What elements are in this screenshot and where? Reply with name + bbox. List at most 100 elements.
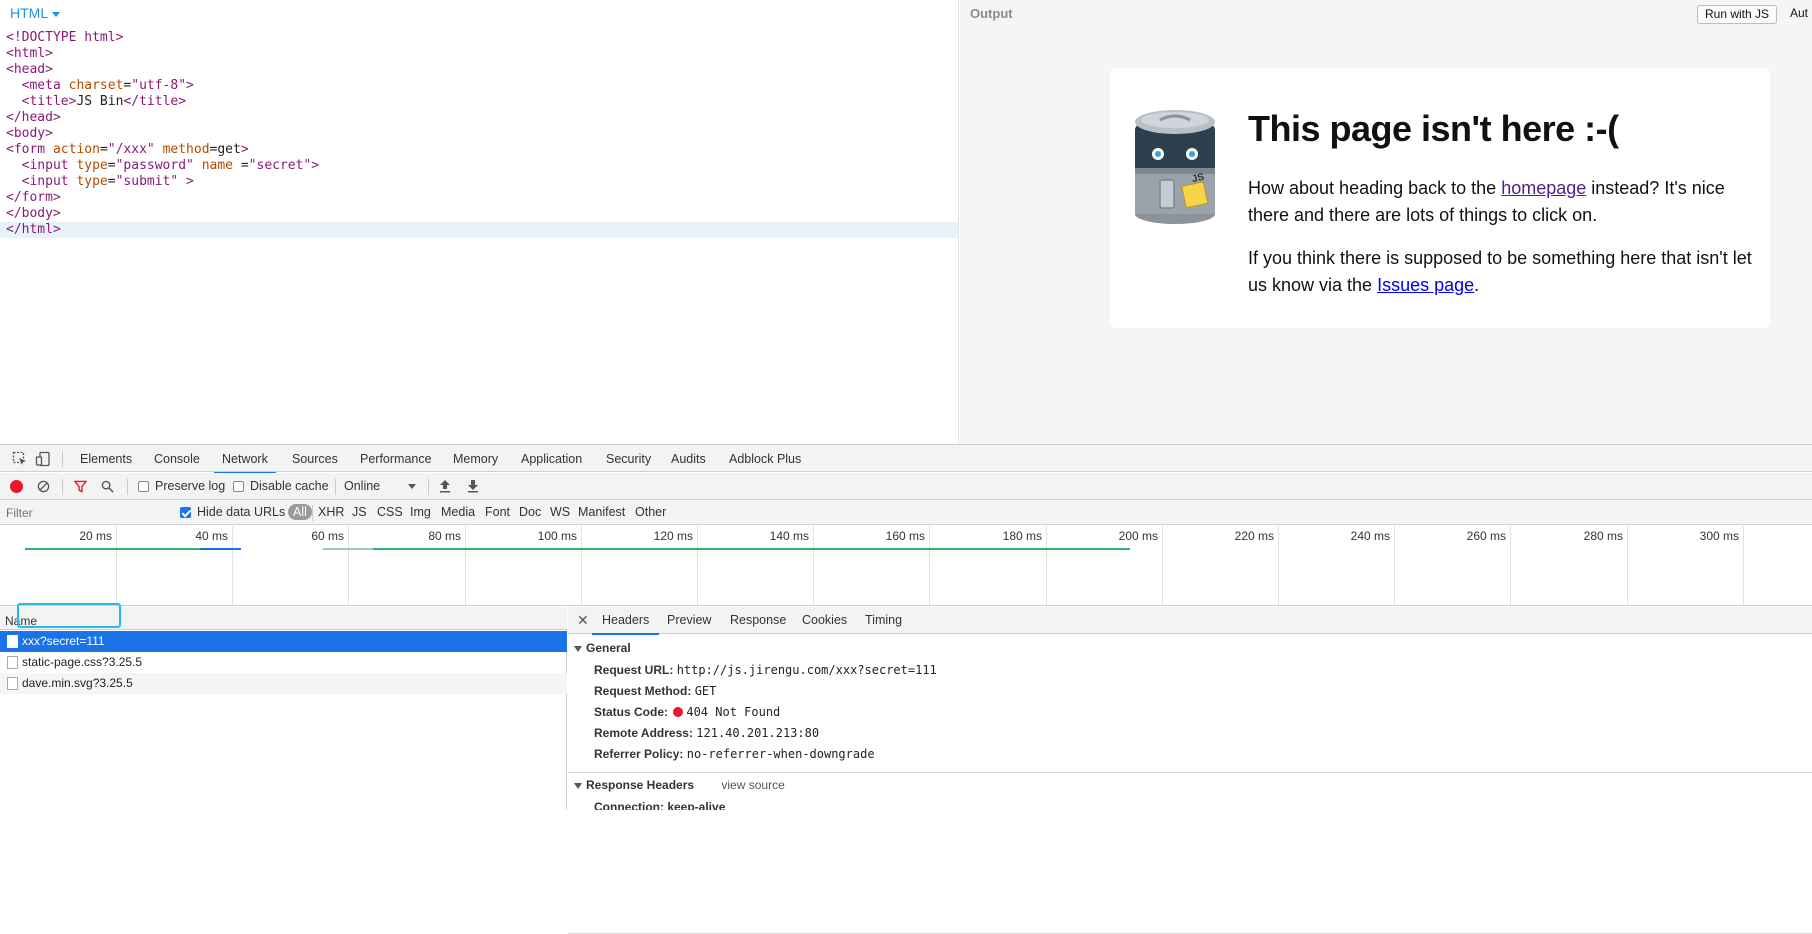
code-token: =get — [209, 142, 241, 157]
type-filter-ws[interactable]: WS — [550, 505, 570, 519]
header-key: Remote Address: — [594, 726, 693, 740]
type-filter-xhr[interactable]: XHR — [318, 505, 344, 519]
type-filter-other[interactable]: Other — [635, 505, 666, 519]
timeline-gridline — [1278, 526, 1279, 605]
code-line[interactable]: <meta charset="utf-8"> — [0, 78, 958, 94]
code-token: = — [107, 158, 116, 173]
p2-text-after: . — [1474, 275, 1480, 295]
auto-run-label[interactable]: Aut — [1790, 6, 1808, 20]
import-har-icon[interactable] — [439, 479, 451, 493]
timeline-tick-label: 260 ms — [1466, 529, 1506, 543]
disable-cache-checkbox[interactable] — [233, 481, 244, 492]
type-filter-font[interactable]: Font — [485, 505, 510, 519]
request-name: static-page.css?3.25.5 — [22, 655, 143, 669]
timeline-gridline — [1394, 526, 1395, 605]
code-token: action — [52, 142, 100, 157]
code-line[interactable]: <html> — [0, 46, 958, 62]
issues-page-link[interactable]: Issues page — [1377, 275, 1474, 295]
tab-network[interactable]: Network — [214, 452, 276, 474]
code-line[interactable]: <head> — [0, 62, 958, 78]
general-section-header[interactable]: General — [574, 641, 631, 655]
inspect-element-icon[interactable] — [12, 451, 28, 467]
header-value: GET — [694, 684, 717, 698]
code-token: > — [186, 78, 194, 93]
timeline-bar-blue — [200, 548, 241, 550]
network-toolbar: Preserve log Disable cache Online — [0, 473, 1812, 500]
timeline-bar-green — [323, 548, 1130, 550]
code-line[interactable]: </body> — [0, 206, 958, 222]
tab-security[interactable]: Security — [606, 452, 651, 466]
export-har-icon[interactable] — [467, 479, 479, 493]
tab-adblock-plus[interactable]: Adblock Plus — [729, 452, 801, 466]
not-found-paragraph-2: If you think there is supposed to be som… — [1248, 245, 1763, 299]
type-filter-media[interactable]: Media — [441, 505, 475, 519]
code-line[interactable]: </head> — [0, 110, 958, 126]
type-filter-doc[interactable]: Doc — [519, 505, 541, 519]
filter-input[interactable] — [2, 503, 168, 522]
code-line[interactable]: </form> — [0, 190, 958, 206]
language-dropdown[interactable]: HTML — [10, 5, 61, 21]
request-row[interactable]: dave.min.svg?3.25.5 — [0, 673, 567, 694]
type-filter-img[interactable]: Img — [410, 505, 431, 519]
search-icon[interactable] — [101, 480, 114, 493]
network-timeline-overview[interactable]: 20 ms 40 ms 60 ms 80 ms 100 ms 120 ms 140 ms 16… — [0, 526, 1812, 606]
divider — [428, 479, 429, 495]
tab-performance[interactable]: Performance — [360, 452, 432, 466]
preserve-log-label: Preserve log — [155, 479, 226, 493]
details-tab-response[interactable]: Response — [730, 613, 786, 627]
code-line[interactable]: <!DOCTYPE html> — [0, 30, 958, 46]
details-tab-headers[interactable]: Headers — [591, 613, 660, 635]
timeline-tick-label: 60 ms — [311, 529, 344, 543]
clear-icon[interactable] — [37, 480, 50, 493]
tab-sources[interactable]: Sources — [292, 452, 338, 466]
tab-audits[interactable]: Audits — [671, 452, 706, 466]
record-icon[interactable] — [10, 480, 23, 493]
tab-application[interactable]: Application — [521, 452, 582, 466]
throttling-select[interactable]: Online — [344, 479, 416, 493]
general-header-row: Referrer Policy: no-referrer-when-downgr… — [594, 747, 875, 761]
code-token: <!DOCTYPE html> — [6, 30, 124, 45]
filter-icon[interactable] — [74, 480, 87, 493]
request-name: xxx?secret=111 — [22, 634, 105, 648]
view-source-link[interactable]: view source — [721, 778, 784, 792]
code-editor[interactable]: <!DOCTYPE html> <html> <head> <meta charse… — [0, 30, 958, 238]
timeline-tick-label: 140 ms — [769, 529, 809, 543]
device-toolbar-icon[interactable] — [35, 451, 51, 467]
html-editor-pane[interactable]: HTML <!DOCTYPE html> <html> <head> <meta c… — [0, 0, 959, 444]
tab-elements[interactable]: Elements — [80, 452, 132, 466]
request-name: dave.min.svg?3.25.5 — [22, 676, 133, 690]
divider — [62, 479, 63, 495]
preserve-log-checkbox[interactable] — [138, 481, 149, 492]
timeline-tick-label: 300 ms — [1699, 529, 1739, 543]
header-key: Status Code: — [594, 705, 669, 719]
code-line[interactable]: </html> — [0, 222, 958, 238]
code-line[interactable]: <input type="submit" > — [0, 174, 958, 190]
hide-data-urls-checkbox[interactable] — [180, 507, 191, 518]
hide-data-urls-label: Hide data URLs — [197, 505, 286, 519]
response-headers-header[interactable]: Response Headers view source — [574, 778, 785, 792]
code-token: </body> — [6, 206, 61, 221]
type-filter-js[interactable]: JS — [352, 505, 367, 519]
code-line[interactable]: <body> — [0, 126, 958, 142]
details-tab-bar: ✕ Headers Preview Response Cookies Timing — [568, 607, 1812, 635]
details-tab-cookies[interactable]: Cookies — [802, 613, 847, 627]
not-found-paragraph-1: How about heading back to the homepage i… — [1248, 175, 1763, 229]
type-filter-all[interactable]: All — [288, 504, 312, 520]
homepage-link[interactable]: homepage — [1501, 178, 1586, 198]
code-token: method — [162, 142, 210, 157]
details-tab-timing[interactable]: Timing — [865, 613, 902, 627]
type-filter-manifest[interactable]: Manifest — [578, 505, 625, 519]
request-row[interactable]: static-page.css?3.25.5 — [0, 652, 567, 673]
devtools-panel: Elements Console Network Sources Performance… — [0, 444, 1812, 934]
run-with-js-button[interactable]: Run with JS — [1697, 5, 1778, 24]
type-filter-css[interactable]: CSS — [377, 505, 403, 519]
code-line[interactable]: <input type="password" name ="secret"> — [0, 158, 958, 174]
code-line[interactable]: <form action="/xxx" method=get> — [0, 142, 958, 158]
request-row[interactable]: xxx?secret=111 — [0, 631, 567, 652]
code-line[interactable]: <title>JS Bin</title> — [0, 94, 958, 110]
details-tab-preview[interactable]: Preview — [667, 613, 711, 627]
tab-console[interactable]: Console — [154, 452, 200, 466]
close-icon[interactable]: ✕ — [577, 612, 589, 629]
name-column-header[interactable]: Name — [0, 607, 567, 630]
tab-memory[interactable]: Memory — [453, 452, 498, 466]
